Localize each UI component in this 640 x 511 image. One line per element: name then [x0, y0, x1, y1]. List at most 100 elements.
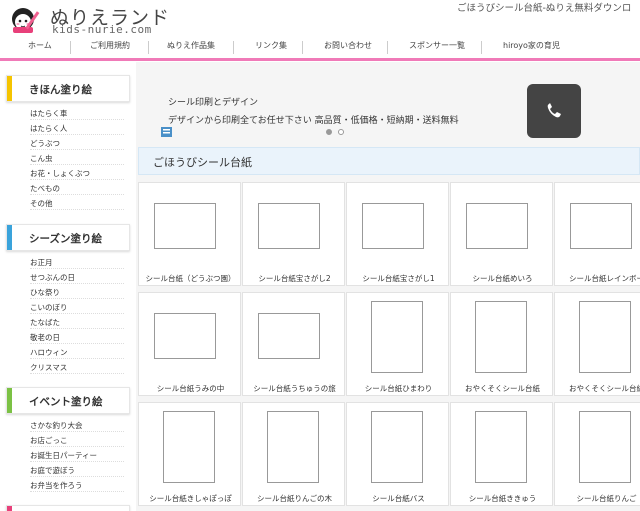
sidebar-item[interactable]: せつぶんの日	[30, 270, 124, 284]
sidebar-item[interactable]: こん虫	[30, 151, 124, 165]
sidebar-heading-label: きほん塗り絵	[29, 84, 92, 96]
sticker-card[interactable]: シール台紙宝さがし2	[242, 182, 345, 286]
section-header: ごほうびシール台紙	[138, 147, 640, 175]
sidebar-item[interactable]: お誕生日パーティー	[30, 448, 124, 462]
sidebar-item[interactable]: お庭で遊ぼう	[30, 463, 124, 477]
sidebar-heading-basic[interactable]: きほん塗り絵	[6, 75, 130, 102]
sidebar-item[interactable]: はたらく人	[30, 121, 124, 135]
sidebar-heading-next	[6, 505, 130, 511]
sticker-card-title: シール台紙ひまわり	[364, 384, 433, 393]
sticker-thumbnail	[475, 301, 527, 373]
sticker-card-title: シール台紙りんごの木	[257, 494, 332, 503]
sticker-card-title: シール台紙きしゃぽっぽ	[149, 494, 232, 503]
sticker-card[interactable]: シール台紙りんごの木	[242, 402, 345, 506]
sidebar-item[interactable]: お店ごっこ	[30, 433, 124, 447]
sticker-card[interactable]: シール台紙りんご	[554, 402, 640, 506]
sidebar-item[interactable]: はたらく車	[30, 106, 124, 120]
sidebar-item[interactable]: お正月	[30, 255, 124, 269]
phone-icon	[547, 103, 561, 118]
nav-works[interactable]: ぬりえ作品集	[167, 40, 215, 51]
sidebar-item[interactable]: ハロウィン	[30, 345, 124, 359]
nav-separator	[387, 41, 388, 54]
sidebar-heading-season[interactable]: シーズン塗り絵	[6, 224, 130, 251]
nav-separator	[302, 41, 303, 54]
sticker-card[interactable]: シール台紙うちゅうの旅	[242, 292, 345, 396]
site-header: ぬりえランド kids-nurie.com ごほうびシール台紙-ぬりえ無料ダウン…	[0, 0, 640, 38]
site-domain: kids-nurie.com	[52, 23, 152, 36]
nav-underline	[0, 58, 640, 61]
sticker-thumbnail	[154, 313, 216, 359]
sidebar-item[interactable]: クリスマス	[30, 360, 124, 374]
heading-accent-bar	[7, 225, 12, 250]
nav-hiroyo[interactable]: hiroyo家の育児	[503, 40, 560, 51]
sticker-card[interactable]: シール台紙きしゃぽっぽ	[138, 402, 241, 506]
slider-text[interactable]: デザインから印刷全てお任せ下さい 高品質・低価格・短納期・送料無料	[168, 113, 459, 126]
sticker-card-title: おやくそくシール台紙	[569, 384, 640, 393]
sidebar-item[interactable]: さかな釣り大会	[30, 418, 124, 432]
sticker-thumbnail	[579, 301, 631, 373]
nav-sponsors[interactable]: スポンサー一覧	[409, 40, 465, 51]
nav-separator	[70, 41, 71, 54]
slider-dot[interactable]	[338, 129, 344, 135]
sticker-thumbnail	[371, 301, 423, 373]
sticker-thumbnail	[154, 203, 216, 249]
sidebar-item[interactable]: お弁当を作ろう	[30, 478, 124, 492]
sticker-card-title: シール台紙レインボー	[569, 274, 640, 283]
sticker-sheet-grid: シール台紙（どうぶつ園） シール台紙宝さがし2 シール台紙宝さがし1 シール台紙…	[138, 182, 640, 511]
sticker-card[interactable]: シール台紙バス	[346, 402, 449, 506]
sidebar-heading-event[interactable]: イベント塗り絵	[6, 387, 130, 414]
heading-accent-bar	[7, 388, 12, 413]
sidebar: きほん塗り絵 はたらく車 はたらく人 どうぶつ こん虫 お花・しょくぶつ たべも…	[0, 62, 131, 511]
sticker-thumbnail	[258, 313, 320, 359]
sidebar-item[interactable]: どうぶつ	[30, 136, 124, 150]
sticker-thumbnail	[371, 411, 423, 483]
sticker-card[interactable]: おやくそくシール台紙	[450, 292, 553, 396]
sticker-card-title: シール台紙宝さがし2	[258, 274, 331, 283]
sticker-card-title: シール台紙（どうぶつ園）	[145, 274, 236, 283]
sticker-thumbnail	[466, 203, 528, 249]
main-nav: ホーム ご利用規約 ぬりえ作品集 リンク集 お問い合わせ スポンサー一覧 hir…	[0, 39, 640, 57]
sticker-card-title: シール台紙バス	[372, 494, 425, 503]
sticker-card[interactable]: シール台紙めいろ	[450, 182, 553, 286]
phone-button[interactable]	[527, 84, 581, 138]
sidebar-heading-label: シーズン塗り絵	[29, 233, 102, 245]
sticker-card[interactable]: シール台紙ひまわり	[346, 292, 449, 396]
heading-accent-bar	[7, 506, 12, 511]
sidebar-item[interactable]: 敬老の日	[30, 330, 124, 344]
nav-separator	[148, 41, 149, 54]
sidebar-item[interactable]: ひな祭り	[30, 285, 124, 299]
heading-accent-bar	[7, 76, 12, 101]
sticker-card-title: おやくそくシール台紙	[465, 384, 540, 393]
sidebar-item[interactable]: こいのぼり	[30, 300, 124, 314]
slider-prev-icon[interactable]	[161, 127, 172, 137]
sticker-card-title: シール台紙うみの中	[156, 384, 225, 393]
sticker-thumbnail	[163, 411, 215, 483]
sticker-card[interactable]: シール台紙（どうぶつ園）	[138, 182, 241, 286]
sticker-thumbnail	[570, 203, 632, 249]
sticker-card[interactable]: おやくそくシール台紙	[554, 292, 640, 396]
sticker-card-title: シール台紙りんご	[576, 494, 637, 503]
sticker-card-title: シール台紙宝さがし1	[362, 274, 435, 283]
sticker-thumbnail	[579, 411, 631, 483]
nav-terms[interactable]: ご利用規約	[90, 40, 130, 51]
sticker-card[interactable]: シール台紙レインボー	[554, 182, 640, 286]
sticker-card[interactable]: シール台紙うみの中	[138, 292, 241, 396]
nav-contact[interactable]: お問い合わせ	[324, 40, 372, 51]
sidebar-item[interactable]: たべもの	[30, 181, 124, 195]
sidebar-item[interactable]: その他	[30, 196, 124, 210]
nav-home[interactable]: ホーム	[28, 40, 52, 51]
sticker-card[interactable]: シール台紙宝さがし1	[346, 182, 449, 286]
sticker-card[interactable]: シール台紙ききゅう	[450, 402, 553, 506]
slider-title[interactable]: シール印刷とデザイン	[168, 95, 258, 108]
nav-links[interactable]: リンク集	[255, 40, 287, 51]
sidebar-item[interactable]: たなばた	[30, 315, 124, 329]
section-title: ごほうびシール台紙	[153, 156, 252, 169]
sticker-card-title: シール台紙ききゅう	[468, 494, 537, 503]
sticker-card-title: シール台紙うちゅうの旅	[253, 384, 336, 393]
sticker-card-title: シール台紙めいろ	[472, 274, 533, 283]
sidebar-item[interactable]: お花・しょくぶつ	[30, 166, 124, 180]
logo-icon[interactable]	[8, 4, 42, 36]
sticker-thumbnail	[267, 411, 319, 483]
slider-dot-active[interactable]	[326, 129, 332, 135]
sticker-thumbnail	[475, 411, 527, 483]
